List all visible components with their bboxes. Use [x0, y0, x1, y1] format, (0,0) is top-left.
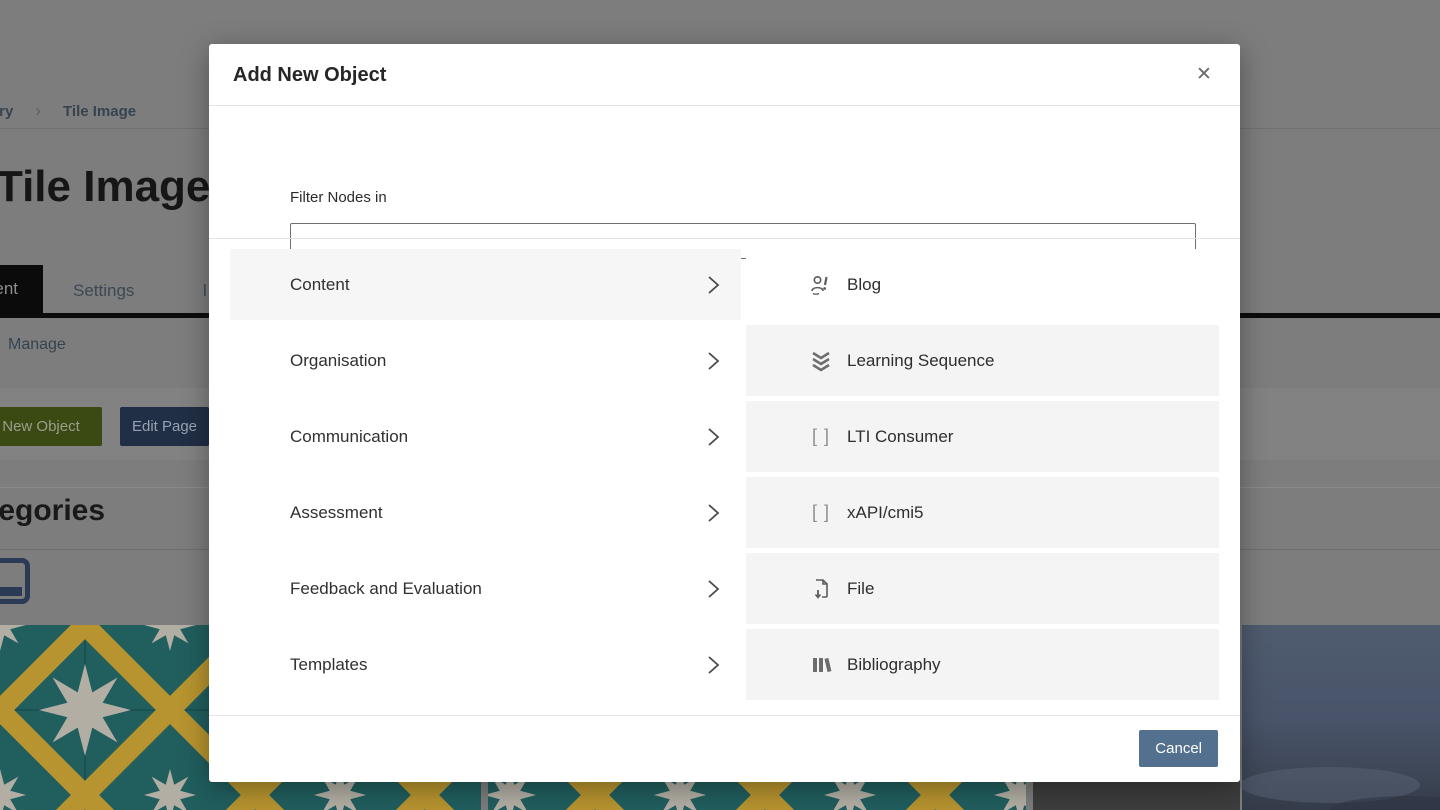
category-row-organisation[interactable]: Organisation	[230, 325, 741, 396]
item-row-lti-consumer[interactable]: [ ] LTI Consumer	[746, 401, 1219, 472]
chevron-right-icon	[705, 273, 721, 297]
item-label: LTI Consumer	[847, 427, 953, 447]
item-row-learning-sequence[interactable]: Learning Sequence	[746, 325, 1219, 396]
item-label: File	[847, 579, 874, 599]
filter-section-divider	[209, 238, 1240, 239]
square-brackets-icon: [ ]	[808, 424, 834, 450]
books-icon	[808, 652, 834, 678]
chevron-right-icon	[705, 425, 721, 449]
category-row-communication[interactable]: Communication	[230, 401, 741, 472]
item-label: Blog	[847, 275, 881, 295]
category-label: Templates	[290, 655, 705, 675]
dialog-header: Add New Object ✕	[209, 44, 1240, 106]
category-row-feedback-and-evaluation[interactable]: Feedback and Evaluation	[230, 553, 741, 624]
file-download-icon	[808, 576, 834, 602]
category-label: Communication	[290, 427, 705, 447]
item-label: Bibliography	[847, 655, 941, 675]
category-label: Organisation	[290, 351, 705, 371]
category-label: Feedback and Evaluation	[290, 579, 705, 599]
cancel-button[interactable]: Cancel	[1139, 730, 1218, 767]
chevron-right-icon	[705, 349, 721, 373]
item-label: xAPI/cmi5	[847, 503, 924, 523]
item-row-file[interactable]: File	[746, 553, 1219, 624]
item-row-bibliography[interactable]: Bibliography	[746, 629, 1219, 700]
dialog-title: Add New Object	[233, 44, 386, 106]
square-brackets-icon: [ ]	[808, 500, 834, 526]
chevron-right-icon	[705, 653, 721, 677]
filter-nodes-label: Filter Nodes in	[290, 189, 387, 206]
dialog-footer: Cancel	[209, 715, 1240, 782]
close-icon[interactable]: ✕	[1192, 63, 1216, 87]
item-row-blog[interactable]: Blog	[746, 249, 1219, 320]
page: ory › Tile Image Tile Image Content Sett…	[0, 0, 1440, 810]
category-row-templates[interactable]: Templates	[230, 629, 741, 700]
item-label: Learning Sequence	[847, 351, 994, 371]
category-row-content[interactable]: Content	[230, 249, 741, 320]
chevron-right-icon	[705, 501, 721, 525]
chevron-right-icon	[705, 577, 721, 601]
add-new-object-dialog: Add New Object ✕ Filter Nodes in Content…	[209, 44, 1240, 782]
blog-icon	[808, 272, 834, 298]
item-row-xapi-cmi5[interactable]: [ ] xAPI/cmi5	[746, 477, 1219, 548]
learning-sequence-icon	[808, 348, 834, 374]
category-row-assessment[interactable]: Assessment	[230, 477, 741, 548]
category-label: Assessment	[290, 503, 705, 523]
category-label: Content	[290, 275, 705, 295]
